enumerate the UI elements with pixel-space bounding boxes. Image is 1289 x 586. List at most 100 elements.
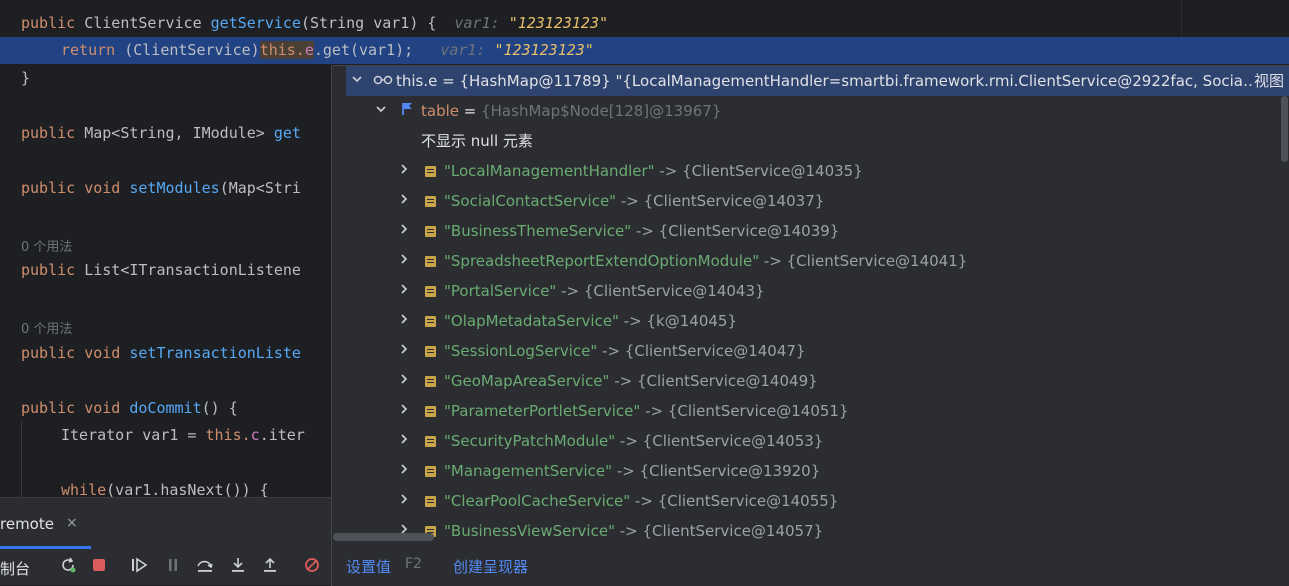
horizontal-scrollbar[interactable] xyxy=(333,533,434,541)
map-entry-row[interactable]: "SpreadsheetReportExtendOptionModule" ->… xyxy=(332,246,1277,276)
map-entry-row[interactable]: "ManagementService" -> {ClientService@13… xyxy=(332,456,1277,486)
method-params: (Map<Stri xyxy=(219,179,301,197)
method-params: () { xyxy=(201,399,238,417)
indent-guide xyxy=(21,422,22,497)
chevron-right-icon[interactable] xyxy=(397,246,411,276)
map-entry-row[interactable]: "OlapMetadataService" -> {k@14045} xyxy=(332,306,1277,336)
chevron-right-icon[interactable] xyxy=(397,486,411,516)
code-line-2-current[interactable]: return (ClientService)this.e.get(var1); … xyxy=(0,37,1289,64)
method-name: setModules xyxy=(129,179,220,197)
map-entry-row[interactable]: "GeoMapAreaService" -> {ClientService@14… xyxy=(332,366,1277,396)
code-line-4[interactable]: public Map<String, IModule> get xyxy=(21,120,301,147)
entry-arrow: -> xyxy=(630,492,658,510)
keyword: public xyxy=(21,124,76,142)
step-over-icon[interactable] xyxy=(194,556,216,578)
entry-value: {ClientService@14057} xyxy=(642,522,824,540)
map-entry-row[interactable]: "BusinessThemeService" -> {ClientService… xyxy=(332,216,1277,246)
entry-icon xyxy=(425,496,436,507)
method-name: getService xyxy=(210,14,301,32)
map-entry-row[interactable]: "ParameterPortletService" -> {ClientServ… xyxy=(332,396,1277,426)
create-renderer-link[interactable]: 创建呈现器 xyxy=(453,556,528,577)
entry-icon xyxy=(425,406,436,417)
set-value-link[interactable]: 设置值 xyxy=(346,556,391,577)
entry-icon xyxy=(425,376,436,387)
entry-key: "SocialContactService" xyxy=(444,192,617,210)
return-type: List<ITransactionListene xyxy=(75,261,301,279)
code-line-1[interactable]: public ClientService getService(String v… xyxy=(21,10,608,37)
entry-arrow: -> xyxy=(556,282,584,300)
step-out-icon[interactable] xyxy=(259,556,281,578)
field-ref: c xyxy=(250,426,260,444)
entry-key: "SecurityPatchModule" xyxy=(444,432,616,450)
entry-value: {ClientService@14049} xyxy=(636,372,818,390)
call: .iter xyxy=(259,426,305,444)
field-name: table xyxy=(421,102,459,120)
entry-key: "SpreadsheetReportExtendOptionModule" xyxy=(444,252,760,270)
usage-hint[interactable]: 0 个用法 xyxy=(21,236,72,255)
pause-icon[interactable] xyxy=(162,556,184,578)
statement: Iterator var1 = xyxy=(61,426,206,444)
entry-arrow: -> xyxy=(609,372,637,390)
chevron-right-icon[interactable] xyxy=(397,426,411,456)
chevron-right-icon[interactable] xyxy=(397,306,411,336)
mute-breakpoints-icon[interactable] xyxy=(301,556,323,578)
chevron-down-icon[interactable] xyxy=(374,96,388,126)
entry-icon xyxy=(425,466,436,477)
debug-toolbar: 制台 xyxy=(0,550,332,585)
table-row[interactable]: table = {HashMap$Node[128]@13967} xyxy=(332,96,1277,126)
this-ref: this. xyxy=(259,41,305,59)
code-line-7[interactable]: public void setTransactionListe xyxy=(21,340,301,367)
watch-glasses-icon xyxy=(373,66,393,96)
map-entry-row[interactable]: "ClearPoolCacheService" -> {ClientServic… xyxy=(332,486,1277,516)
entry-key: "ParameterPortletService" xyxy=(444,402,641,420)
entry-icon xyxy=(425,196,436,207)
rerun-icon[interactable] xyxy=(57,556,79,578)
vertical-scrollbar[interactable] xyxy=(1281,96,1288,162)
console-tab[interactable]: 制台 xyxy=(0,558,30,579)
keyword: void xyxy=(75,179,130,197)
entry-key: "ManagementService" xyxy=(444,462,613,480)
code-line-9[interactable]: Iterator var1 = this.c.iter xyxy=(61,422,305,449)
chevron-right-icon[interactable] xyxy=(397,396,411,426)
chevron-right-icon[interactable] xyxy=(397,276,411,306)
map-entry-row[interactable]: "SocialContactService" -> {ClientService… xyxy=(332,186,1277,216)
map-entry-row[interactable]: "LocalManagementHandler" -> {ClientServi… xyxy=(332,156,1277,186)
tab-remote[interactable]: remote xyxy=(0,515,54,533)
equals: = xyxy=(459,102,482,120)
this-ref: this. xyxy=(205,426,251,444)
set-value-shortcut: F2 xyxy=(405,556,422,572)
code-line-6[interactable]: public List<ITransactionListene xyxy=(21,257,301,284)
view-link[interactable]: 视图 xyxy=(1254,66,1284,96)
code-line-5[interactable]: public void setModules(Map<Stri xyxy=(21,175,301,202)
value-popup[interactable]: this.e = {HashMap@11789} "{LocalManageme… xyxy=(331,65,1289,586)
code-line-8[interactable]: public void doCommit() { xyxy=(21,395,238,422)
entry-arrow: -> xyxy=(615,432,643,450)
code-line-3[interactable]: } xyxy=(21,65,30,92)
map-entry-row[interactable]: "PortalService" -> {ClientService@14043} xyxy=(332,276,1277,306)
popup-footer: 设置值 F2 创建呈现器 xyxy=(332,546,1289,586)
close-icon[interactable]: × xyxy=(66,515,78,531)
entry-icon xyxy=(425,346,436,357)
call: .get(var1); xyxy=(313,41,414,59)
chevron-right-icon[interactable] xyxy=(397,336,411,366)
resume-icon[interactable] xyxy=(129,556,151,578)
map-entry-row[interactable]: "SecurityPatchModule" -> {ClientService@… xyxy=(332,426,1277,456)
entry-arrow: -> xyxy=(759,252,787,270)
entry-value: {k@14045} xyxy=(646,312,738,330)
map-entry-row[interactable]: "SessionLogService" -> {ClientService@14… xyxy=(332,336,1277,366)
map-entry-row[interactable]: "BusinessViewService" -> {ClientService@… xyxy=(332,516,1277,546)
null-hidden-note: 不显示 null 元素 xyxy=(332,126,1277,156)
stop-icon[interactable] xyxy=(88,556,110,578)
chevron-right-icon[interactable] xyxy=(397,456,411,486)
popup-root-row[interactable]: this.e = {HashMap@11789} "{LocalManageme… xyxy=(346,66,1289,96)
step-into-icon[interactable] xyxy=(227,556,249,578)
chevron-down-icon[interactable] xyxy=(350,66,364,96)
usage-hint[interactable]: 0 个用法 xyxy=(21,318,72,337)
chevron-right-icon[interactable] xyxy=(397,186,411,216)
chevron-right-icon[interactable] xyxy=(397,156,411,186)
entry-value: {ClientService@14055} xyxy=(657,492,839,510)
chevron-right-icon[interactable] xyxy=(397,216,411,246)
chevron-right-icon[interactable] xyxy=(397,516,411,546)
chevron-right-icon[interactable] xyxy=(397,366,411,396)
entry-icon xyxy=(425,226,436,237)
